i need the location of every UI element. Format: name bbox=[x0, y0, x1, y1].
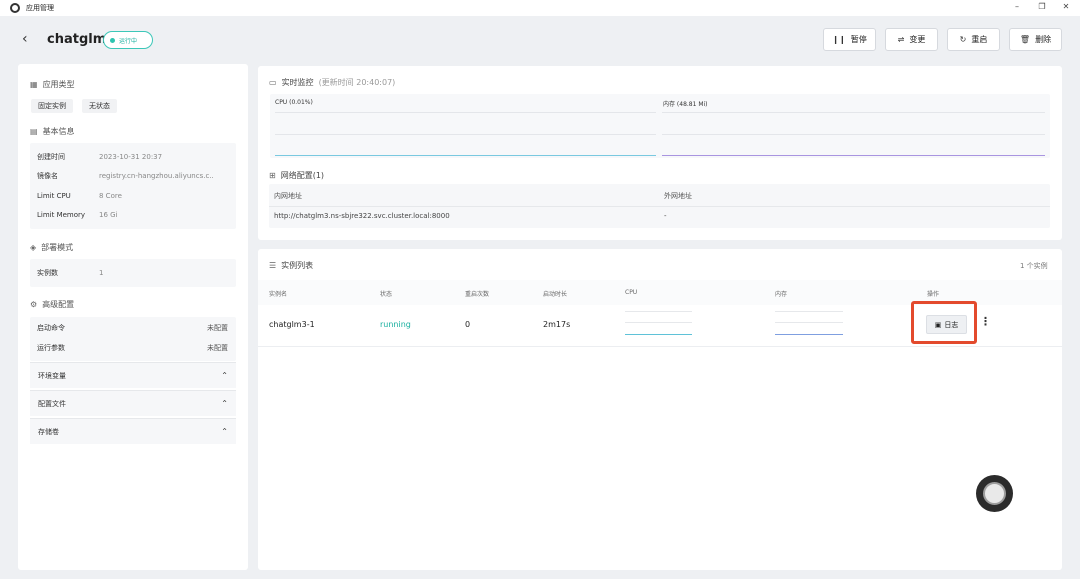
log-button[interactable]: ▣ 日志 bbox=[926, 315, 967, 334]
cpu-usage-line bbox=[275, 155, 656, 156]
memory-chart-label: 内存 (48.81 Mi) bbox=[663, 101, 708, 108]
status-dot-icon bbox=[110, 37, 115, 43]
row-divider bbox=[258, 346, 1062, 347]
restart-label: 重启 bbox=[971, 35, 988, 44]
monitor-icon: ▭ bbox=[269, 78, 277, 87]
memory-sparkline bbox=[775, 334, 843, 335]
list-icon: ☰ bbox=[269, 261, 277, 270]
col-status: 状态 bbox=[380, 291, 393, 298]
minimize-icon[interactable]: – bbox=[1010, 2, 1024, 11]
app-type-title: ▦ 应用类型 bbox=[30, 80, 75, 89]
pause-label: 暂停 bbox=[850, 35, 867, 44]
cpu-chart-gridline bbox=[275, 134, 656, 135]
window-titlebar: 应用管理 – ❐ ✕ bbox=[0, 0, 1080, 16]
col-instance-name: 实例名 bbox=[269, 291, 288, 298]
col-restarts: 重启次数 bbox=[465, 291, 490, 298]
advanced-config-title: ⚙ 高级配置 bbox=[30, 300, 75, 309]
info-row-replicas: 实例数 1 bbox=[37, 269, 104, 277]
instance-uptime: 2m17s bbox=[543, 320, 571, 329]
cpu-chart-gridline bbox=[275, 112, 656, 113]
cpu-mini-gridline bbox=[625, 322, 692, 323]
cpu-chart-label: CPU (0.01%) bbox=[275, 99, 313, 106]
info-row-start-cmd: 启动命令 未配置 bbox=[37, 324, 228, 332]
back-chevron-icon[interactable]: ‹ bbox=[22, 32, 28, 46]
monitor-chart-area bbox=[270, 94, 1050, 158]
network-header-internal: 内网地址 bbox=[274, 192, 302, 200]
restart-icon: ↻ bbox=[959, 35, 967, 44]
delete-label: 删除 bbox=[1035, 35, 1052, 44]
memory-chart-gridline bbox=[662, 134, 1045, 135]
network-table: 内网地址 外网地址 http://chatglm3.ns-sbjre322.sv… bbox=[269, 184, 1050, 228]
config-files-section[interactable]: 配置文件 ⌃ bbox=[30, 390, 236, 416]
log-icon: ▣ bbox=[934, 320, 942, 329]
chevron-up-icon: ⌃ bbox=[221, 371, 228, 380]
deploy-mode-box: 实例数 1 bbox=[30, 259, 236, 287]
more-actions-icon[interactable]: ⋮ bbox=[980, 316, 991, 327]
settings-icon: ⚙ bbox=[30, 300, 38, 309]
tag-stateless: 无状态 bbox=[82, 99, 117, 113]
network-icon: ⊞ bbox=[269, 171, 276, 180]
info-row-image: 镜像名 registry.cn-hangzhou.aliyuncs.c.. bbox=[37, 172, 214, 180]
trash-icon: 🗑 bbox=[1019, 35, 1031, 44]
memory-usage-line bbox=[662, 155, 1045, 156]
network-header-external: 外网地址 bbox=[664, 192, 692, 200]
log-label: 日志 bbox=[944, 320, 959, 329]
info-row-cpu: Limit CPU 8 Core bbox=[37, 192, 122, 200]
info-row-created: 创建时间 2023-10-31 20:37 bbox=[37, 153, 163, 161]
instance-list-title: ☰ 实例列表 bbox=[269, 261, 314, 270]
grid-icon: ▦ bbox=[30, 80, 38, 89]
record-icon bbox=[983, 482, 1006, 505]
change-button[interactable]: ⇌ 变更 bbox=[885, 28, 938, 51]
status-text: 运行中 bbox=[119, 37, 138, 45]
instance-status: running bbox=[380, 320, 411, 329]
restore-icon[interactable]: ❐ bbox=[1035, 2, 1049, 11]
volumes-section[interactable]: 存储卷 ⌃ bbox=[30, 418, 236, 444]
pause-button[interactable]: ❙❙ 暂停 bbox=[823, 28, 876, 51]
change-label: 变更 bbox=[909, 35, 926, 44]
col-uptime: 启动时长 bbox=[543, 291, 568, 298]
close-icon[interactable]: ✕ bbox=[1059, 2, 1073, 11]
pause-icon: ❙❙ bbox=[832, 35, 846, 44]
col-memory: 内存 bbox=[775, 291, 788, 298]
advanced-config-box: 启动命令 未配置 运行参数 未配置 bbox=[30, 317, 236, 361]
deploy-mode-title: ◈ 部署模式 bbox=[30, 243, 74, 252]
external-address: - bbox=[664, 212, 667, 220]
chevron-up-icon: ⌃ bbox=[221, 427, 228, 436]
monitor-title: ▭ 实时监控 (更新时间 20:40:07) bbox=[269, 78, 396, 87]
info-grid-icon: ▤ bbox=[30, 127, 38, 136]
basic-info-title: ▤ 基本信息 bbox=[30, 127, 75, 136]
col-actions: 操作 bbox=[927, 291, 940, 298]
info-row-memory: Limit Memory 16 Gi bbox=[37, 211, 118, 219]
network-config-title: ⊞ 网络配置(1) bbox=[269, 171, 325, 180]
internal-address: http://chatglm3.ns-sbjre322.svc.cluster.… bbox=[274, 212, 450, 220]
col-cpu: CPU bbox=[625, 289, 638, 296]
chevron-up-icon: ⌃ bbox=[221, 399, 228, 408]
env-vars-section[interactable]: 环境变量 ⌃ bbox=[30, 362, 236, 388]
window-title: 应用管理 bbox=[26, 4, 54, 12]
memory-mini-gridline bbox=[775, 322, 843, 323]
cpu-mini-gridline bbox=[625, 311, 692, 312]
change-icon: ⇌ bbox=[897, 35, 905, 44]
cpu-sparkline bbox=[625, 334, 692, 335]
status-badge: 运行中 bbox=[103, 31, 153, 49]
app-logo-icon bbox=[10, 3, 20, 13]
instance-name: chatglm3-1 bbox=[269, 320, 315, 329]
delete-button[interactable]: 🗑 删除 bbox=[1009, 28, 1062, 51]
memory-mini-gridline bbox=[775, 311, 843, 312]
instance-count: 1 个实例 bbox=[1020, 262, 1048, 270]
memory-chart-gridline bbox=[662, 112, 1045, 113]
restart-button[interactable]: ↻ 重启 bbox=[947, 28, 1000, 51]
basic-info-box: 创建时间 2023-10-31 20:37 镜像名 registry.cn-hang… bbox=[30, 143, 236, 229]
info-row-run-args: 运行参数 未配置 bbox=[37, 344, 228, 352]
tag-fixed-instance: 固定实例 bbox=[31, 99, 73, 113]
instance-restarts: 0 bbox=[465, 320, 471, 329]
floating-action-button[interactable] bbox=[976, 475, 1013, 512]
cube-icon: ◈ bbox=[30, 243, 37, 252]
page-header: ‹ chatglm3 运行中 ❙❙ 暂停 ⇌ 变更 ↻ 重启 🗑 删除 bbox=[0, 16, 1080, 62]
